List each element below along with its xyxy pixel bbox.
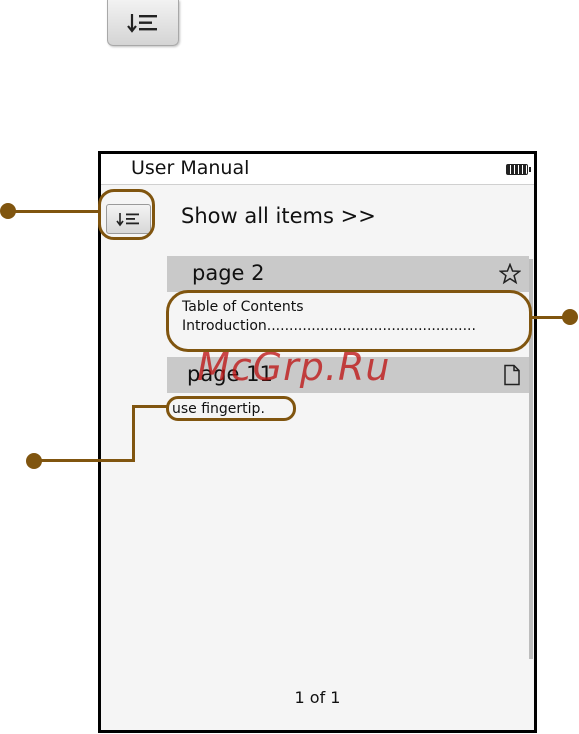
callout-leader [36,459,135,462]
title-bar: User Manual [101,154,534,185]
callout-leader [132,405,135,462]
section-heading: page 2 [192,261,265,285]
document-icon[interactable] [503,364,521,386]
callout-ring-note-entry [166,396,296,421]
sort-button-large[interactable] [107,0,179,46]
callout-ring-sort-button [98,189,155,240]
screen-title: User Manual [131,157,250,179]
callout-marker [0,203,16,219]
callout-marker [26,453,42,469]
show-all-items-link[interactable]: Show all items >> [181,204,376,228]
callout-ring-bookmark-entry [166,290,532,352]
page-indicator: 1 of 1 [294,688,341,707]
star-icon[interactable] [499,263,521,285]
sort-list-icon [127,13,157,33]
device-screen: User Manual Show all items >> page 2 Tab… [98,151,537,733]
callout-marker [562,309,578,325]
section-header-page-2[interactable]: page 2 [167,256,529,292]
callout-leader [132,405,167,408]
callout-leader [8,210,99,213]
battery-icon [506,164,531,175]
